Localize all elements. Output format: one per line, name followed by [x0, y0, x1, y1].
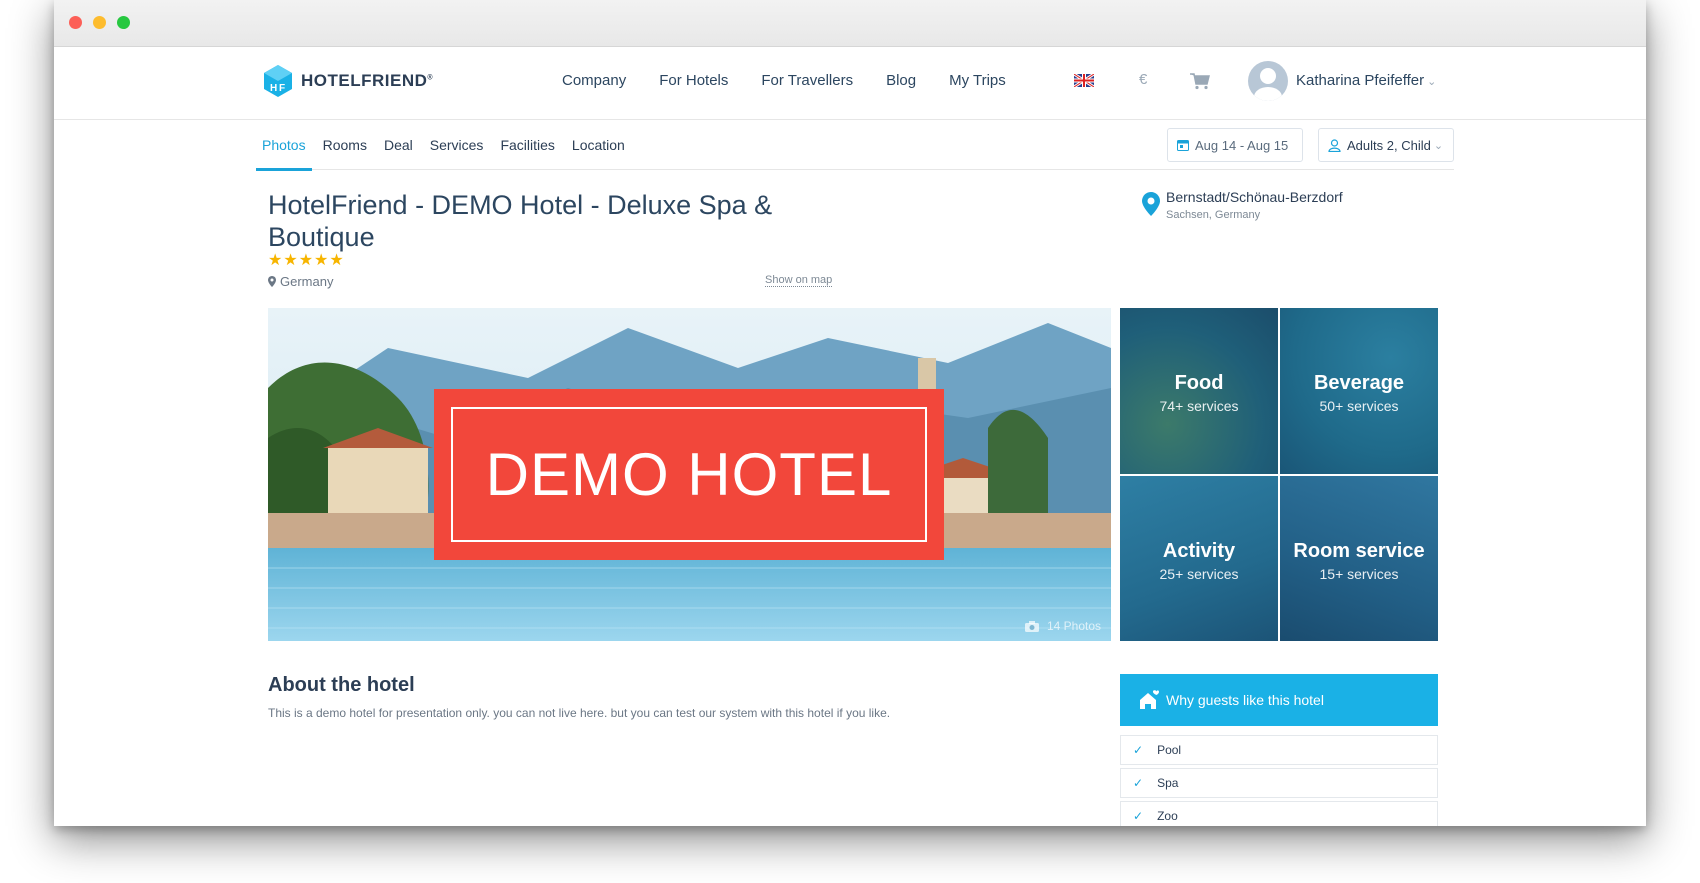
hotel-title: HotelFriend - DEMO Hotel - Deluxe Spa & …: [268, 190, 773, 252]
nav-company[interactable]: Company: [562, 72, 626, 89]
service-name: Food: [1174, 372, 1224, 394]
house-heart-icon: [1140, 690, 1159, 709]
check-icon: ✓: [1133, 776, 1144, 790]
tab-location[interactable]: Location: [566, 120, 631, 170]
service-count: 74+ services: [1159, 398, 1239, 414]
service-tile-room-service[interactable]: Room service 15+ services: [1280, 475, 1438, 641]
page-content: H F HOTELFRIEND® Company For Hotels For …: [54, 47, 1646, 826]
logo[interactable]: H F HOTELFRIEND®: [263, 64, 433, 98]
tab-photos[interactable]: Photos: [256, 120, 312, 171]
nav-for-hotels[interactable]: For Hotels: [659, 72, 728, 89]
about-title: About the hotel: [268, 674, 415, 696]
location-pin-icon: [1142, 192, 1160, 216]
date-range-value: Aug 14 - Aug 15: [1195, 137, 1289, 153]
browser-window: H F HOTELFRIEND® Company For Hotels For …: [54, 0, 1646, 826]
hotel-hero-photo[interactable]: DEMO HOTEL 14 Photos: [268, 308, 1111, 641]
tab-services[interactable]: Services: [424, 120, 490, 170]
logo-cube-icon: H F: [264, 65, 292, 97]
user-icon: [1328, 138, 1341, 152]
service-tile-beverage[interactable]: Beverage 50+ services: [1280, 308, 1438, 474]
demo-hotel-banner: DEMO HOTEL: [434, 389, 944, 560]
camera-icon: [1024, 620, 1039, 632]
map-pin-icon: [268, 276, 276, 287]
service-tiles: Food 74+ services Beverage 50+ services …: [1120, 308, 1438, 641]
svg-text:H: H: [270, 83, 277, 94]
list-item: ✓ Zoo: [1120, 801, 1438, 826]
calendar-icon: [1177, 140, 1189, 151]
hotel-country: Germany: [268, 274, 333, 289]
service-name: Beverage: [1313, 372, 1405, 394]
check-icon: ✓: [1133, 743, 1144, 757]
why-guests-title: Why guests like this hotel: [1166, 692, 1324, 708]
window-titlebar: [54, 0, 1646, 47]
photo-count-label: 14 Photos: [1046, 619, 1101, 633]
chevron-down-icon: ⌄: [1427, 76, 1437, 88]
list-item: ✓ Pool: [1120, 735, 1438, 765]
service-tile-food[interactable]: Food 74+ services: [1120, 308, 1278, 474]
about-text: This is a demo hotel for presentation on…: [268, 706, 891, 720]
user-name: Katharina Pfeifeffer: [1296, 72, 1425, 89]
tab-deal[interactable]: Deal: [378, 120, 419, 170]
photo-count[interactable]: 14 Photos: [1024, 619, 1101, 633]
avatar[interactable]: [1248, 61, 1288, 101]
service-count: 25+ services: [1159, 565, 1239, 582]
currency-selector[interactable]: €: [1139, 71, 1147, 88]
nav-for-travellers[interactable]: For Travellers: [761, 72, 853, 89]
service-count: 15+ services: [1319, 565, 1399, 582]
check-icon: ✓: [1133, 809, 1144, 823]
top-navigation: H F HOTELFRIEND® Company For Hotels For …: [54, 47, 1646, 120]
uk-flag-icon[interactable]: [1074, 74, 1094, 87]
location-city: Bernstadt/Schönau-Berzdorf: [1166, 189, 1343, 205]
country-label: Germany: [280, 274, 334, 289]
minimize-window-button[interactable]: [93, 16, 106, 29]
close-window-button[interactable]: [69, 16, 82, 29]
main-nav: Company For Hotels For Travellers Blog M…: [562, 72, 1039, 89]
guest-count-value: Adults 2, Child: [1347, 137, 1431, 153]
service-tile-activity[interactable]: Activity 25+ services: [1120, 475, 1278, 641]
hotel-subnav: Photos Rooms Deal Services Facilities Lo…: [256, 120, 1454, 171]
why-item-label: Pool: [1157, 743, 1182, 757]
why-guests-header: Why guests like this hotel: [1120, 674, 1438, 726]
why-item-label: Spa: [1157, 776, 1179, 790]
date-range-picker[interactable]: Aug 14 - Aug 15: [1167, 128, 1303, 162]
user-avatar-icon: [1254, 68, 1282, 101]
service-name: Activity: [1162, 539, 1236, 562]
show-on-map-link[interactable]: Show on map: [765, 274, 833, 287]
logo-text: HOTELFRIEND®: [301, 71, 434, 90]
star-rating: ★★★★★: [268, 252, 345, 269]
service-name: Room service: [1293, 539, 1425, 562]
demo-banner-frame: DEMO HOTEL: [451, 407, 927, 542]
tab-rooms[interactable]: Rooms: [317, 120, 373, 170]
service-count: 50+ services: [1319, 398, 1399, 414]
cart-icon[interactable]: [1189, 72, 1211, 90]
tab-facilities[interactable]: Facilities: [494, 120, 560, 170]
hotel-tabs: Photos Rooms Deal Services Facilities Lo…: [256, 120, 636, 171]
why-item-label: Zoo: [1157, 809, 1178, 823]
demo-banner-text: DEMO HOTEL: [485, 441, 893, 508]
maximize-window-button[interactable]: [117, 16, 130, 29]
guest-selector[interactable]: Adults 2, Child ⌄: [1318, 128, 1454, 162]
nav-blog[interactable]: Blog: [886, 72, 916, 89]
list-item: ✓ Spa: [1120, 768, 1438, 798]
svg-text:F: F: [279, 83, 285, 94]
chevron-down-icon: ⌄: [1433, 139, 1444, 152]
user-menu[interactable]: Katharina Pfeifeffer ⌄: [1296, 72, 1436, 89]
location-region: Sachsen, Germany: [1166, 209, 1261, 221]
nav-my-trips[interactable]: My Trips: [949, 72, 1006, 89]
